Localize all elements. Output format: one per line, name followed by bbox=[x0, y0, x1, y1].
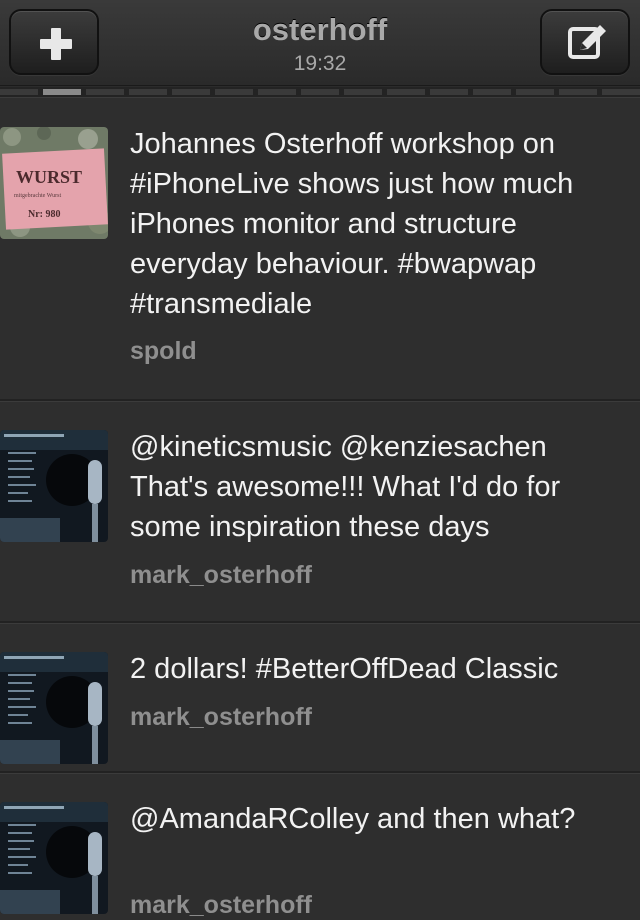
page-indicator-segment bbox=[473, 89, 511, 95]
tweet-username[interactable]: spold bbox=[130, 337, 197, 366]
page-indicator-segment bbox=[86, 89, 124, 95]
tweet-username[interactable]: mark_osterhoff bbox=[130, 561, 312, 590]
tweet-text: @AmandaRColley and then what? bbox=[130, 803, 576, 835]
avatar-ticket-subtext: mitgebrachte Wurst bbox=[14, 193, 61, 199]
tweet-cell[interactable]: WURST mitgebrachte Wurst Nr: 980 Johanne… bbox=[0, 97, 640, 401]
avatar[interactable] bbox=[0, 652, 108, 764]
tweet-username[interactable]: mark_osterhoff bbox=[130, 891, 312, 920]
tweet-cell[interactable]: @kineticsmusic @kenziesachen That's awes… bbox=[0, 401, 640, 623]
compose-icon bbox=[568, 25, 606, 59]
page-indicator-segment bbox=[215, 89, 253, 95]
page-indicator-segment bbox=[0, 89, 38, 95]
compose-button[interactable] bbox=[540, 9, 630, 75]
avatar-ticket-number: Nr: 980 bbox=[28, 209, 61, 220]
page-indicator-segment bbox=[301, 89, 339, 95]
page-indicator-segment bbox=[387, 89, 425, 95]
microphone-avatar bbox=[0, 430, 108, 542]
tweet-text: 2 dollars! #BetterOffDead Classic bbox=[130, 653, 559, 685]
microphone-avatar bbox=[0, 652, 108, 764]
page-indicator-segment bbox=[258, 89, 296, 95]
page-indicator-segment bbox=[172, 89, 210, 95]
page-indicator-segment bbox=[602, 89, 640, 95]
timeline-title: osterhoff bbox=[252, 12, 388, 47]
page-indicator-segment bbox=[430, 89, 468, 95]
page-indicator-segment bbox=[516, 89, 554, 95]
avatar[interactable] bbox=[0, 430, 108, 542]
avatar[interactable] bbox=[0, 802, 108, 914]
navigation-bar: osterhoff 19:32 bbox=[0, 0, 640, 86]
page-indicator-segment bbox=[559, 89, 597, 95]
new-tweet-button[interactable] bbox=[9, 9, 99, 75]
tweet-username[interactable]: mark_osterhoff bbox=[130, 703, 312, 732]
tweet-cell[interactable]: 2 dollars! #BetterOffDead Classic mark_o… bbox=[0, 623, 640, 773]
page-indicator-segment-active bbox=[43, 89, 81, 95]
status-time: 19:32 bbox=[293, 52, 347, 75]
plus-icon bbox=[40, 28, 72, 60]
wurst-ticket-avatar: WURST mitgebrachte Wurst Nr: 980 bbox=[0, 127, 108, 239]
tweet-text: Johannes Osterhoff workshop on #iPhoneLi… bbox=[130, 128, 574, 320]
avatar[interactable]: WURST mitgebrachte Wurst Nr: 980 bbox=[0, 127, 108, 239]
tweet-text: @kineticsmusic @kenziesachen That's awes… bbox=[130, 431, 561, 543]
microphone-avatar bbox=[0, 802, 108, 914]
tweet-cell[interactable]: @AmandaRColley and then what? mark_oster… bbox=[0, 773, 640, 920]
page-indicator-segment bbox=[129, 89, 167, 95]
tweet-list[interactable]: WURST mitgebrachte Wurst Nr: 980 Johanne… bbox=[0, 97, 640, 920]
avatar-ticket-label: WURST bbox=[16, 167, 82, 187]
page-indicator bbox=[0, 87, 640, 97]
page-indicator-segment bbox=[344, 89, 382, 95]
